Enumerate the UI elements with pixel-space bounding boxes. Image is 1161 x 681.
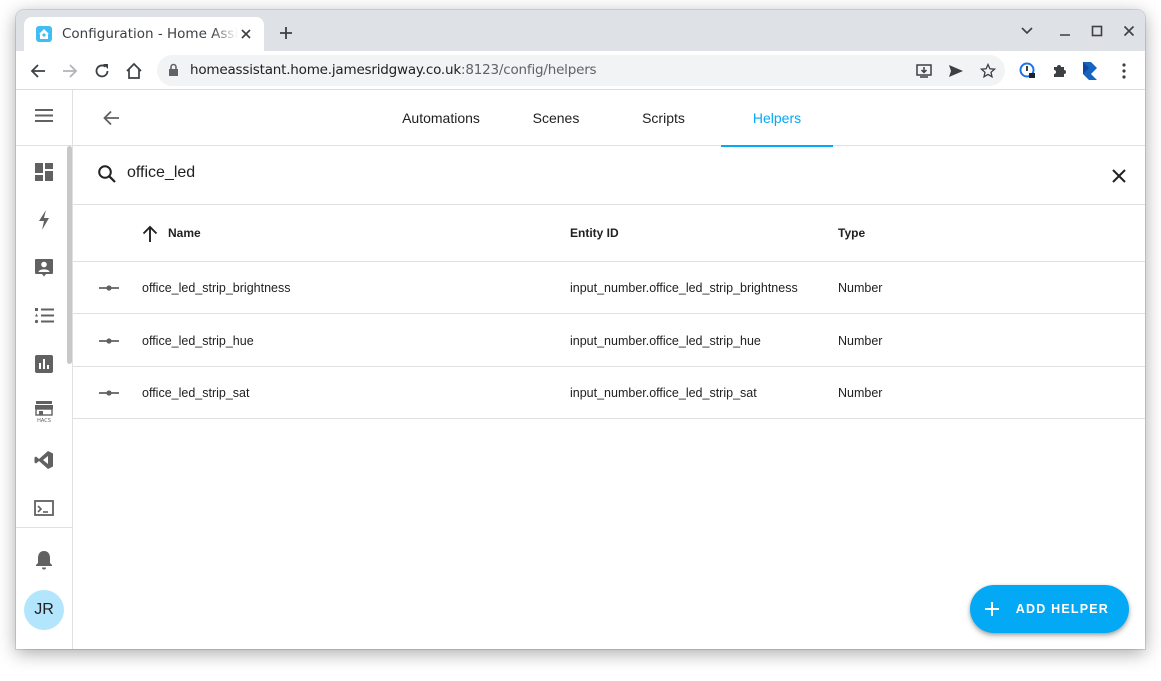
row-type: Number (838, 281, 883, 295)
ray-vertex-icon (97, 335, 121, 347)
column-entity-id-label: Entity ID (570, 226, 619, 240)
svg-text:HACS: HACS (37, 418, 51, 423)
plus-icon (984, 601, 1000, 617)
tab-scripts-label: Scripts (642, 110, 685, 126)
chart-box-icon (35, 354, 53, 378)
sidebar-item-dashboard[interactable] (32, 162, 56, 186)
sidebar-item-map[interactable] (32, 258, 56, 282)
account-box-icon (34, 258, 54, 283)
browser-window: Configuration - Home Assistant (16, 10, 1145, 649)
column-type-label: Type (838, 226, 866, 240)
browser-toolbar: homeassistant.home.jamesridgway.co.uk:81… (16, 51, 1145, 90)
ray-vertex-icon (97, 387, 121, 399)
url-host: homeassistant.home.jamesridgway.co.uk (190, 62, 461, 78)
tab-automations[interactable]: Automations (376, 90, 506, 146)
home-assistant-app: HACS JR Automations Scenes Scripts Helpe… (16, 90, 1145, 649)
sidebar-item-terminal[interactable] (32, 498, 56, 522)
main-content: Automations Scenes Scripts Helpers offic… (73, 90, 1145, 649)
config-tabs: Automations Scenes Scripts Helpers (376, 90, 833, 147)
url-path: :8123/config/helpers (461, 62, 597, 78)
add-helper-button[interactable]: ADD HELPER (969, 585, 1129, 633)
browser-tab[interactable]: Configuration - Home Assistant (24, 17, 264, 51)
tab-automations-label: Automations (402, 110, 480, 126)
column-header-name[interactable]: Name (142, 205, 201, 261)
table-row[interactable]: office_led_strip_sat input_number.office… (73, 367, 1145, 419)
page-header: Automations Scenes Scripts Helpers (73, 90, 1145, 147)
sidebar-item-hacs[interactable]: HACS (32, 400, 56, 428)
tab-search-chevron-down-icon[interactable] (1018, 22, 1036, 40)
lock-icon[interactable] (168, 63, 179, 82)
tab-scenes-label: Scenes (532, 110, 580, 126)
forward-nav-icon[interactable] (58, 59, 82, 83)
home-icon[interactable] (122, 59, 146, 83)
table-row[interactable]: office_led_strip_brightness input_number… (73, 262, 1145, 314)
tab-close-icon[interactable] (238, 26, 254, 42)
search-bar (73, 146, 1145, 205)
bell-icon (35, 550, 53, 575)
tab-helpers[interactable]: Helpers (721, 90, 833, 147)
sidebar-item-notifications[interactable] (32, 550, 56, 574)
search-input[interactable] (127, 164, 1027, 182)
add-helper-label: ADD HELPER (1015, 602, 1109, 616)
extensions-puzzle-icon[interactable] (1047, 59, 1071, 83)
profile-extension-icon[interactable] (1078, 59, 1102, 83)
column-header-entity-id[interactable]: Entity ID (570, 205, 619, 261)
password-manager-extension-icon[interactable] (1016, 59, 1040, 83)
row-name: office_led_strip_brightness (142, 281, 291, 295)
sidebar-item-energy[interactable] (32, 209, 56, 235)
sidebar-menu-button[interactable] (16, 90, 72, 146)
ray-vertex-icon (97, 282, 121, 294)
sidebar-item-logbook[interactable] (32, 306, 56, 330)
lightning-icon (38, 209, 50, 235)
row-name: office_led_strip_hue (142, 334, 254, 348)
row-entity-id: input_number.office_led_strip_sat (570, 386, 757, 400)
format-list-icon (34, 307, 54, 329)
row-type: Number (838, 386, 883, 400)
table-row[interactable]: office_led_strip_hue input_number.office… (73, 315, 1145, 367)
hacs-store-icon: HACS (34, 400, 54, 428)
dashboard-icon (35, 162, 53, 186)
sidebar-scrollbar[interactable] (67, 146, 72, 364)
new-tab-icon[interactable] (276, 23, 296, 43)
sidebar-item-vscode[interactable] (32, 450, 56, 474)
browser-menu-icon[interactable] (1112, 59, 1136, 83)
tab-strip: Configuration - Home Assistant (16, 10, 1145, 51)
address-bar[interactable]: homeassistant.home.jamesridgway.co.uk:81… (157, 55, 1005, 86)
row-name: office_led_strip_sat (142, 386, 250, 400)
user-avatar[interactable]: JR (24, 590, 64, 630)
hamburger-menu-icon (35, 108, 53, 127)
search-icon (97, 164, 117, 189)
minimize-icon[interactable] (1056, 22, 1074, 40)
row-type: Number (838, 334, 883, 348)
reload-icon[interactable] (90, 59, 114, 83)
tab-scenes[interactable]: Scenes (506, 90, 606, 146)
url-text: homeassistant.home.jamesridgway.co.uk:81… (190, 62, 597, 78)
vscode-icon (34, 450, 54, 475)
back-arrow-icon[interactable] (99, 106, 123, 130)
tab-title: Configuration - Home Assistant (62, 26, 238, 42)
column-header-type[interactable]: Type (838, 205, 865, 261)
maximize-icon[interactable] (1088, 22, 1106, 40)
tab-helpers-label: Helpers (752, 110, 802, 126)
bookmark-star-icon[interactable] (979, 62, 997, 80)
sidebar-divider (16, 527, 72, 528)
clear-search-icon[interactable] (1107, 164, 1131, 188)
user-initials: JR (34, 601, 54, 618)
home-assistant-favicon-icon (36, 26, 52, 42)
sidebar-item-history[interactable] (32, 354, 56, 378)
sort-ascending-arrow-icon (142, 225, 158, 242)
row-entity-id: input_number.office_led_strip_brightness (570, 281, 798, 295)
tab-scripts[interactable]: Scripts (606, 90, 721, 146)
column-name-label: Name (168, 226, 201, 240)
row-entity-id: input_number.office_led_strip_hue (570, 334, 761, 348)
table-header: Name Entity ID Type (73, 205, 1145, 262)
send-tab-icon[interactable] (947, 62, 965, 80)
sidebar: HACS JR (16, 90, 73, 649)
install-app-icon[interactable] (915, 62, 933, 80)
back-nav-icon[interactable] (26, 59, 50, 83)
close-window-icon[interactable] (1120, 22, 1138, 40)
console-icon (34, 499, 54, 521)
